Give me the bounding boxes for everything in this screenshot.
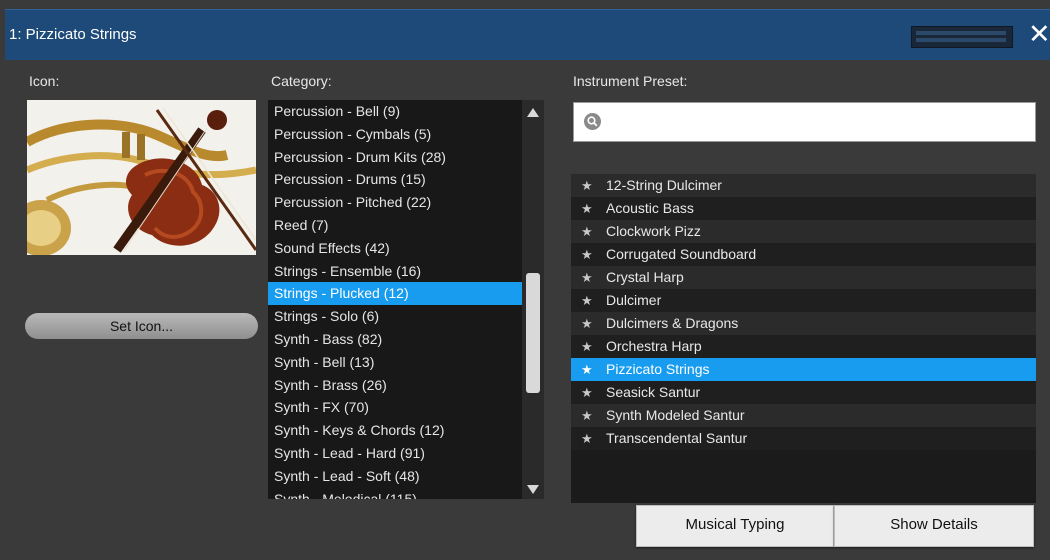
category-item[interactable]: Sound Effects (42) bbox=[268, 237, 522, 260]
preset-item[interactable]: ★ Dulcimer bbox=[571, 289, 1036, 312]
set-icon-button[interactable]: Set Icon... bbox=[25, 313, 258, 339]
category-item[interactable]: Percussion - Bell (9) bbox=[268, 100, 522, 123]
preset-item-label: Seasick Santur bbox=[606, 384, 701, 400]
preset-item[interactable]: ★ Crystal Harp bbox=[571, 266, 1036, 289]
category-item[interactable]: Synth - Melodical (115) bbox=[268, 488, 522, 499]
scroll-down-arrow-icon[interactable] bbox=[527, 485, 539, 494]
preset-item[interactable]: ★ 12-String Dulcimer bbox=[571, 174, 1036, 197]
preset-item[interactable]: ★ Orchestra Harp bbox=[571, 335, 1036, 358]
category-item[interactable]: Reed (7) bbox=[268, 214, 522, 237]
preset-item-label: Clockwork Pizz bbox=[606, 223, 701, 239]
level-meter bbox=[911, 26, 1013, 48]
scroll-up-arrow-icon[interactable] bbox=[527, 108, 539, 117]
favorite-star-icon[interactable]: ★ bbox=[581, 266, 593, 289]
preset-item[interactable]: ★ Seasick Santur bbox=[571, 381, 1036, 404]
favorite-star-icon[interactable]: ★ bbox=[581, 174, 593, 197]
category-scrollbar[interactable] bbox=[522, 100, 544, 499]
instrument-icon-image bbox=[27, 100, 256, 255]
category-item[interactable]: Synth - Keys & Chords (12) bbox=[268, 419, 522, 442]
preset-item-label: Transcendental Santur bbox=[606, 430, 748, 446]
level-meter-bar-top bbox=[916, 31, 1006, 35]
preset-search-box[interactable] bbox=[573, 102, 1036, 142]
category-item[interactable]: Synth - Lead - Soft (48) bbox=[268, 465, 522, 488]
show-details-button[interactable]: Show Details bbox=[834, 505, 1034, 547]
preset-item[interactable]: ★ Synth Modeled Santur bbox=[571, 404, 1036, 427]
category-item[interactable]: Synth - Bell (13) bbox=[268, 351, 522, 374]
title-bar: 1: Pizzicato Strings ✕ bbox=[5, 9, 1050, 60]
window-title: 1: Pizzicato Strings bbox=[9, 26, 137, 43]
category-item[interactable]: Strings - Ensemble (16) bbox=[268, 260, 522, 283]
category-item[interactable]: Percussion - Cymbals (5) bbox=[268, 123, 522, 146]
category-item[interactable]: Strings - Solo (6) bbox=[268, 305, 522, 328]
category-item[interactable]: Percussion - Drum Kits (28) bbox=[268, 146, 522, 169]
favorite-star-icon[interactable]: ★ bbox=[581, 312, 593, 335]
category-item[interactable]: Synth - FX (70) bbox=[268, 396, 522, 419]
favorite-star-icon[interactable]: ★ bbox=[581, 427, 593, 450]
preset-item-label: Orchestra Harp bbox=[606, 338, 702, 354]
instrument-artwork bbox=[27, 100, 256, 255]
category-item[interactable]: Synth - Bass (82) bbox=[268, 328, 522, 351]
preset-item-label: Acoustic Bass bbox=[606, 200, 694, 216]
category-list[interactable]: Percussion - Bell (9) Percussion - Cymbal… bbox=[268, 100, 522, 499]
preset-item-label: Corrugated Soundboard bbox=[606, 246, 757, 262]
preset-item[interactable]: ★ Transcendental Santur bbox=[571, 427, 1036, 450]
scrollbar-thumb[interactable] bbox=[526, 273, 540, 393]
category-item[interactable]: Synth - Lead - Hard (91) bbox=[268, 442, 522, 465]
favorite-star-icon[interactable]: ★ bbox=[581, 381, 593, 404]
preset-item-label: Dulcimer bbox=[606, 292, 662, 308]
preset-search-input[interactable] bbox=[610, 111, 1024, 135]
icon-label: Icon: bbox=[29, 73, 60, 89]
musical-typing-button[interactable]: Musical Typing bbox=[636, 505, 834, 547]
preset-item[interactable]: ★ Clockwork Pizz bbox=[571, 220, 1036, 243]
favorite-star-icon[interactable]: ★ bbox=[581, 220, 593, 243]
preset-item-label: Crystal Harp bbox=[606, 269, 684, 285]
category-item[interactable]: Synth - Brass (26) bbox=[268, 374, 522, 397]
preset-list[interactable]: ★ 12-String Dulcimer ★ Acoustic Bass ★ Clockw… bbox=[571, 174, 1036, 503]
preset-item[interactable]: ★ Dulcimers & Dragons bbox=[571, 312, 1036, 335]
category-label: Category: bbox=[271, 73, 332, 89]
category-item[interactable]: Percussion - Drums (15) bbox=[268, 168, 522, 191]
preset-item[interactable]: ★ Corrugated Soundboard bbox=[571, 243, 1036, 266]
favorite-star-icon[interactable]: ★ bbox=[581, 404, 593, 427]
favorite-star-icon[interactable]: ★ bbox=[581, 243, 593, 266]
category-item[interactable]: Strings - Plucked (12) bbox=[268, 282, 522, 306]
instrument-preset-label: Instrument Preset: bbox=[573, 73, 688, 89]
favorite-star-icon[interactable]: ★ bbox=[581, 335, 593, 358]
favorite-star-icon[interactable]: ★ bbox=[581, 358, 593, 381]
preset-item-label: 12-String Dulcimer bbox=[606, 177, 722, 193]
preset-item-label: Pizzicato Strings bbox=[606, 361, 710, 377]
favorite-star-icon[interactable]: ★ bbox=[581, 197, 593, 220]
search-icon bbox=[584, 113, 601, 130]
category-item[interactable]: Percussion - Pitched (22) bbox=[268, 191, 522, 214]
close-icon[interactable]: ✕ bbox=[1028, 21, 1050, 48]
level-meter-bar-bottom bbox=[916, 38, 1006, 42]
preset-item[interactable]: ★ Pizzicato Strings bbox=[571, 358, 1036, 381]
preset-item[interactable]: ★ Acoustic Bass bbox=[571, 197, 1036, 220]
preset-item-label: Dulcimers & Dragons bbox=[606, 315, 739, 331]
preset-item-label: Synth Modeled Santur bbox=[606, 407, 745, 423]
favorite-star-icon[interactable]: ★ bbox=[581, 289, 593, 312]
